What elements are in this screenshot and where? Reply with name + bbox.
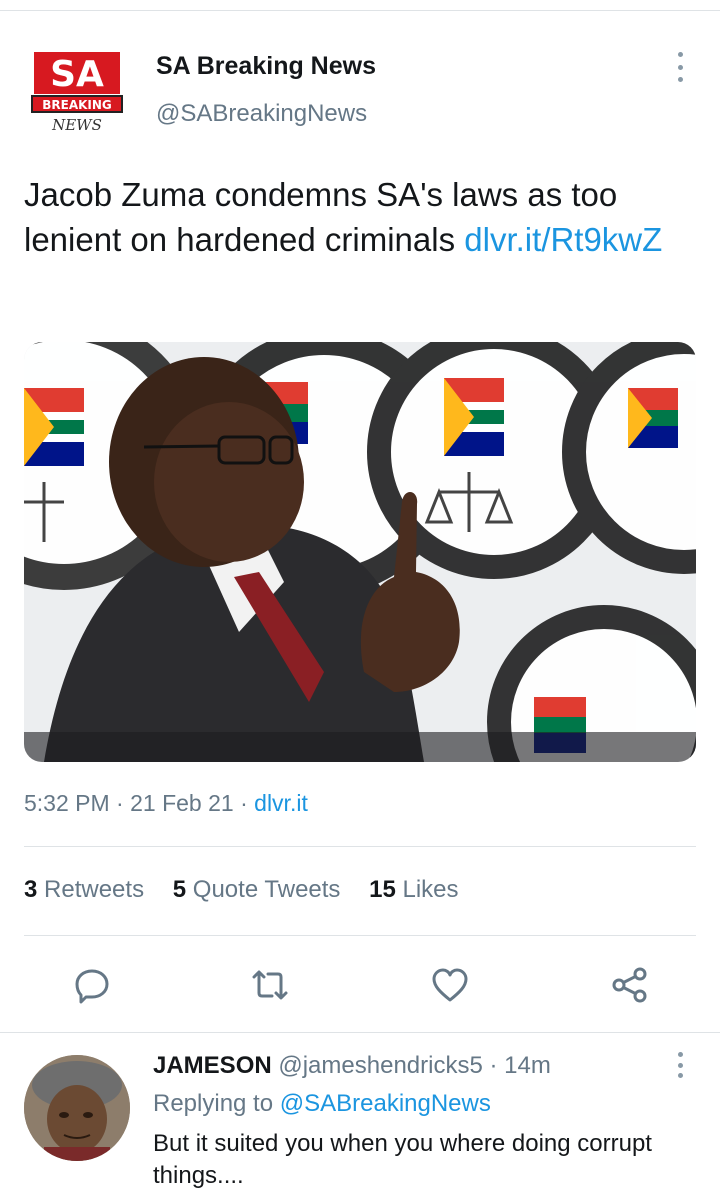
like-icon[interactable]: [430, 965, 470, 1005]
tweet-time: 5:32 PM: [24, 790, 110, 816]
reply-icon[interactable]: [72, 965, 112, 1005]
svg-text:BREAKING: BREAKING: [42, 98, 112, 112]
tweet-text: Jacob Zuma condemns SA's laws as too len…: [24, 172, 696, 262]
top-divider: [0, 10, 720, 11]
tweet-media-image[interactable]: [24, 342, 696, 762]
reply-author-name[interactable]: JAMESON: [153, 1052, 272, 1079]
share-icon[interactable]: [610, 965, 650, 1005]
reply-text: But it suited you when you where doing c…: [153, 1130, 652, 1189]
svg-text:SA: SA: [50, 54, 104, 95]
replying-to: Replying to @SABreakingNews: [153, 1090, 491, 1118]
svg-text:NEWS: NEWS: [51, 116, 102, 134]
reply-header: JAMESON @jameshendricks5 · 14m: [153, 1052, 551, 1079]
reply-author-handle[interactable]: @jameshendricks5: [278, 1052, 482, 1079]
likes-stat[interactable]: 15 Likes: [369, 876, 458, 903]
divider: [24, 935, 696, 936]
divider: [24, 846, 696, 847]
reply-author-avatar[interactable]: [24, 1055, 130, 1161]
author-name[interactable]: SA Breaking News: [156, 52, 376, 81]
tweet-meta: 5:32 PM · 21 Feb 21 · dlvr.it: [24, 790, 308, 816]
likes-label: Likes: [402, 876, 459, 903]
tweet-link[interactable]: dlvr.it/Rt9kwZ: [464, 221, 662, 258]
author-avatar-logo[interactable]: SA BREAKING NEWS: [30, 50, 124, 136]
tweet-source-link[interactable]: dlvr.it: [254, 790, 308, 816]
likes-count: 15: [369, 876, 396, 903]
replying-to-handle[interactable]: @SABreakingNews: [280, 1090, 491, 1117]
tweet-stats: 3 Retweets 5 Quote Tweets 15 Likes: [24, 876, 481, 904]
tweet-date: 21 Feb 21: [130, 790, 234, 816]
replying-to-prefix: Replying to: [153, 1090, 280, 1117]
author-handle[interactable]: @SABreakingNews: [156, 100, 367, 128]
retweet-icon[interactable]: [250, 965, 290, 1005]
more-options-icon[interactable]: [668, 52, 692, 82]
quote-tweets-label: Quote Tweets: [192, 876, 341, 903]
retweets-label: Retweets: [44, 876, 145, 903]
divider: [0, 1032, 720, 1033]
reply-more-options-icon[interactable]: [668, 1052, 692, 1078]
quote-tweets-stat[interactable]: 5 Quote Tweets: [173, 876, 341, 903]
retweets-stat[interactable]: 3 Retweets: [24, 876, 144, 903]
reply-time: 14m: [504, 1052, 551, 1079]
retweets-count: 3: [24, 876, 38, 903]
quote-tweets-count: 5: [172, 876, 187, 903]
